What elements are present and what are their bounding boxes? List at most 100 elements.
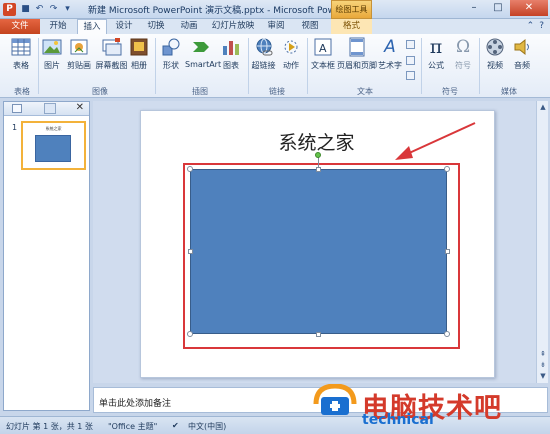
vertical-scrollbar[interactable]: ▲ ⇞ ⇟ ▼ xyxy=(536,101,548,383)
tab-review[interactable]: 审阅 xyxy=(262,19,290,34)
action-icon xyxy=(284,40,298,54)
tab-insert[interactable]: 插入 xyxy=(77,19,107,34)
ribbon-tabs: 文件 开始 插入 设计 切换 动画 幻灯片放映 审阅 视图 格式 ⌃ ? xyxy=(0,19,550,34)
wordart-icon: A xyxy=(384,37,396,57)
watermark-logo-icon xyxy=(313,384,357,415)
tab-file[interactable]: 文件 xyxy=(0,19,40,34)
audio-button[interactable]: 音频 xyxy=(510,37,534,71)
resize-handle-top[interactable] xyxy=(316,167,321,172)
scroll-down-icon[interactable]: ▼ xyxy=(538,371,548,381)
action-button[interactable]: 动作 xyxy=(280,37,302,71)
next-slide-icon[interactable]: ⇟ xyxy=(538,360,548,370)
smartart-icon xyxy=(193,42,209,52)
slide-info: 幻灯片 第 1 张，共 1 张 xyxy=(6,422,93,431)
tab-format[interactable]: 格式 xyxy=(331,19,372,34)
tab-transitions[interactable]: 切换 xyxy=(142,19,170,34)
smartart-button[interactable]: SmartArt xyxy=(185,37,221,69)
minimize-button[interactable]: – xyxy=(462,0,486,16)
rectangle-shape[interactable] xyxy=(190,169,447,334)
resize-handle-bottom-right[interactable] xyxy=(444,331,450,337)
ribbon-insert: 表格 图片 剪贴画 屏幕截图 相册 形状 SmartArt 图表 超链接 动作 … xyxy=(0,34,550,98)
chart-icon xyxy=(223,41,239,55)
table-button[interactable]: 表格 xyxy=(8,37,34,71)
watermark-subtext: technical xyxy=(362,412,434,428)
video-button[interactable]: 视频 xyxy=(483,37,507,71)
signature-line-icon[interactable] xyxy=(406,40,415,49)
equation-button[interactable]: π 公式 xyxy=(424,37,448,71)
group-divider xyxy=(38,38,39,94)
drawing-tools-context-tab: 绘图工具 xyxy=(331,0,372,19)
maximize-button[interactable]: □ xyxy=(486,0,510,16)
tab-home[interactable]: 开始 xyxy=(44,19,72,34)
omega-icon: Ω xyxy=(455,37,471,57)
group-label-table: 表格 xyxy=(14,87,30,96)
wordart-button[interactable]: A 艺术字 xyxy=(377,37,403,71)
group-label-text: 文本 xyxy=(357,87,373,96)
screenshot-icon xyxy=(102,38,121,56)
textbox-button[interactable]: A 文本框 xyxy=(310,37,336,71)
group-divider xyxy=(479,38,480,94)
clipart-icon xyxy=(70,39,88,55)
tab-view[interactable]: 视图 xyxy=(296,19,324,34)
spellcheck-icon[interactable]: ✔ xyxy=(172,421,179,430)
pi-icon: π xyxy=(429,36,443,58)
rotation-handle[interactable] xyxy=(315,152,321,158)
hyperlink-icon xyxy=(256,38,272,56)
picture-button[interactable]: 图片 xyxy=(41,37,63,71)
notes-placeholder: 单击此处添加备注 xyxy=(99,399,172,409)
table-icon xyxy=(11,38,31,56)
undo-icon[interactable]: ↶ xyxy=(34,4,45,15)
window-title: 新建 Microsoft PowerPoint 演示文稿.pptx - Micr… xyxy=(88,6,364,16)
help-icon[interactable]: ? xyxy=(539,21,544,31)
header-footer-button[interactable]: 页眉和页脚 xyxy=(337,37,377,71)
header-footer-icon xyxy=(349,37,365,57)
powerpoint-app-icon[interactable]: P xyxy=(3,3,16,16)
close-button[interactable]: ✕ xyxy=(510,0,548,16)
date-time-icon[interactable] xyxy=(406,56,415,65)
resize-handle-left[interactable] xyxy=(188,249,193,254)
resize-handle-bottom-left[interactable] xyxy=(187,331,193,337)
group-label-illustrations: 插图 xyxy=(192,87,208,96)
tab-slideshow[interactable]: 幻灯片放映 xyxy=(208,19,258,34)
object-icon[interactable] xyxy=(406,71,415,80)
album-icon xyxy=(130,38,148,56)
resize-handle-top-left[interactable] xyxy=(187,166,193,172)
resize-handle-right[interactable] xyxy=(445,249,450,254)
screenshot-button[interactable]: 屏幕截图 xyxy=(95,37,128,71)
textbox-icon: A xyxy=(314,38,332,56)
slides-tab-icon[interactable] xyxy=(12,104,22,113)
shapes-button[interactable]: 形状 xyxy=(158,37,184,71)
group-label-symbols: 符号 xyxy=(442,87,458,96)
theme-name[interactable]: "Office 主题" xyxy=(108,421,157,432)
annotation-arrow-icon xyxy=(395,122,476,160)
group-divider xyxy=(421,38,422,94)
video-icon xyxy=(486,38,504,56)
group-divider xyxy=(248,38,249,94)
chart-button[interactable]: 图表 xyxy=(220,37,242,71)
tab-animations[interactable]: 动画 xyxy=(175,19,203,34)
ribbon-options: ⌃ ? xyxy=(527,21,544,31)
close-panel-icon[interactable]: ✕ xyxy=(76,102,84,113)
svg-text:A: A xyxy=(319,42,327,55)
save-icon[interactable]: ■ xyxy=(20,4,31,15)
prev-slide-icon[interactable]: ⇞ xyxy=(538,349,548,359)
customize-qat-icon[interactable]: ▾ xyxy=(62,4,73,15)
picture-icon xyxy=(42,39,62,55)
clipart-button[interactable]: 剪贴画 xyxy=(64,37,94,71)
language[interactable]: 中文(中国) xyxy=(188,421,226,432)
redo-icon[interactable]: ↷ xyxy=(48,4,59,15)
album-button[interactable]: 相册 xyxy=(128,37,150,71)
title-bar: P ■ ↶ ↷ ▾ 新建 Microsoft PowerPoint 演示文稿.p… xyxy=(0,0,550,19)
tab-design[interactable]: 设计 xyxy=(111,19,137,34)
minimize-ribbon-icon[interactable]: ⌃ xyxy=(527,21,535,31)
group-label-images: 图像 xyxy=(92,87,108,96)
resize-handle-top-right[interactable] xyxy=(444,166,450,172)
shapes-icon xyxy=(162,38,180,56)
panel-header: ✕ xyxy=(4,102,89,116)
symbol-button[interactable]: Ω 符号 xyxy=(451,37,475,71)
hyperlink-button[interactable]: 超链接 xyxy=(251,37,276,71)
resize-handle-bottom[interactable] xyxy=(316,332,321,337)
outline-tab-icon[interactable] xyxy=(44,103,56,114)
group-label-links: 链接 xyxy=(269,87,285,96)
scroll-up-icon[interactable]: ▲ xyxy=(538,102,548,112)
